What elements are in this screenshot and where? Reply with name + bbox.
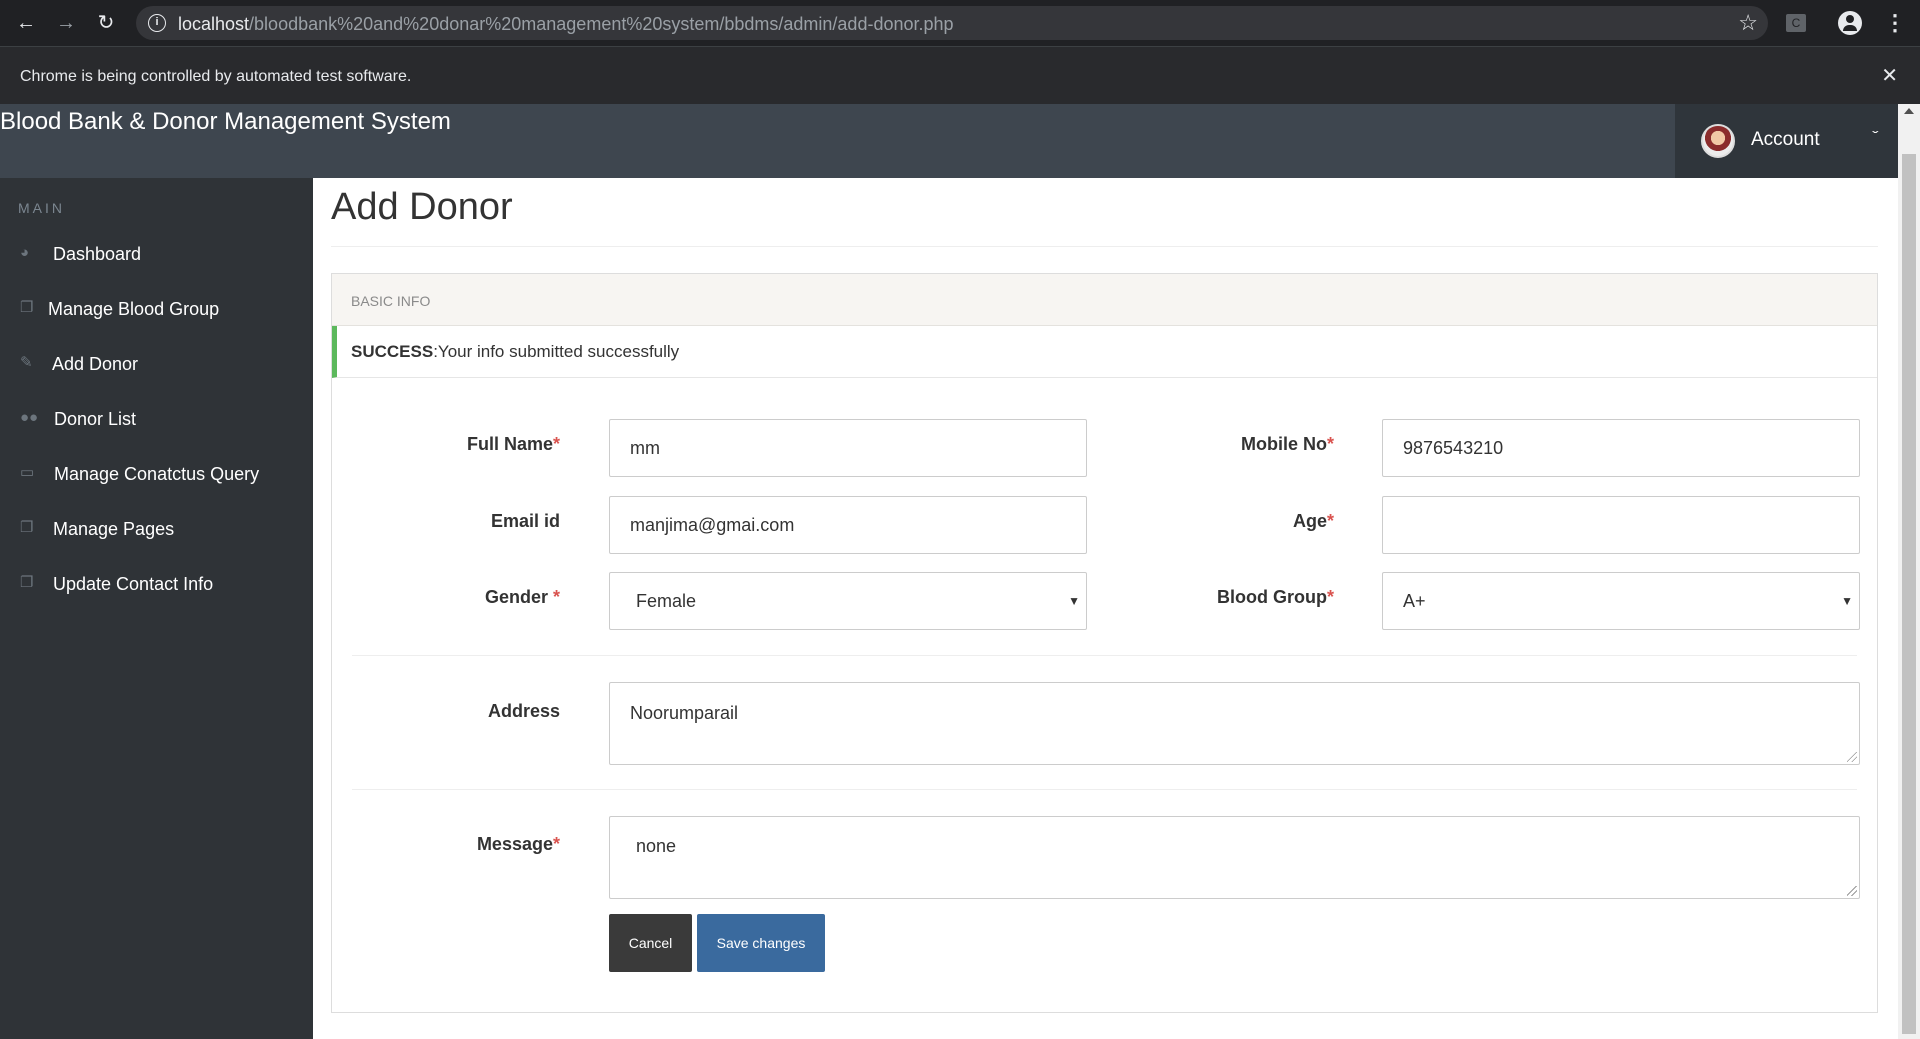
copy-icon: ❐ [20, 574, 34, 591]
desktop-icon: ▭ [20, 464, 35, 481]
forward-arrow-icon[interactable]: → [54, 11, 78, 35]
mobile-no-label: Mobile No* [1240, 434, 1334, 454]
site-info-icon[interactable]: i [148, 14, 166, 32]
success-alert: SUCCESS:Your info submitted successfully [332, 326, 1877, 378]
close-icon[interactable]: ✕ [1881, 63, 1898, 88]
email-id-value: manjima@gmai.com [630, 515, 795, 535]
caret-down-icon: ▼ [1068, 594, 1080, 608]
sidebar-item-label: Manage Blood Group [48, 299, 220, 319]
sidebar-item-manage-contactus-query[interactable]: ▭ Manage Conatctus Query [0, 454, 313, 498]
age-label: Age* [1292, 511, 1334, 531]
url-path: /bloodbank%20and%20donar%20management%20… [249, 14, 954, 34]
gender-select[interactable]: Female ▼ [609, 572, 1087, 630]
account-label: Account [1751, 129, 1820, 150]
sidebar-item-add-donor[interactable]: ✎ Add Donor [0, 344, 313, 388]
message-value: none [636, 836, 677, 856]
full-name-input[interactable]: mm [609, 419, 1087, 477]
back-arrow-icon[interactable]: ← [14, 11, 38, 35]
bookmark-star-icon[interactable]: ☆ [1738, 10, 1758, 36]
profile-icon[interactable] [1838, 11, 1862, 35]
blood-group-value: A+ [1403, 591, 1426, 611]
address-value: Noorumparail [630, 703, 739, 723]
mobile-no-value: 9876543210 [1403, 438, 1504, 458]
users-icon: ●● [20, 409, 39, 426]
message-label: Message* [476, 834, 560, 854]
email-id-label: Email id [490, 511, 560, 531]
reload-icon[interactable]: ↻ [94, 11, 118, 35]
resize-handle-icon[interactable] [1847, 752, 1857, 762]
cancel-button[interactable]: Cancel [609, 914, 692, 972]
page-scrollbar[interactable] [1898, 104, 1920, 1039]
dashboard-icon: ◕ [20, 244, 30, 261]
mobile-no-input[interactable]: 9876543210 [1382, 419, 1860, 477]
caret-down-icon: ▼ [1841, 594, 1853, 608]
copy-icon: ❐ [20, 299, 34, 316]
gender-label: Gender * [484, 587, 560, 607]
kebab-menu-icon[interactable]: ⋮ [1884, 9, 1906, 37]
address-bar[interactable]: i localhost/bloodbank%20and%20donar%20ma… [136, 6, 1768, 40]
form-divider [352, 789, 1857, 790]
sidebar-item-update-contact-info[interactable]: ❐ Update Contact Info [0, 564, 313, 608]
panel-heading-text: BASIC INFO [351, 293, 431, 309]
full-name-label: Full Name* [466, 434, 560, 454]
sidebar-item-label: Manage Conatctus Query [54, 464, 260, 484]
sidebar-item-label: Dashboard [53, 244, 142, 264]
sidebar-item-label: Update Contact Info [53, 574, 214, 594]
resize-handle-icon[interactable] [1847, 886, 1857, 896]
alert-message: SUCCESS:Your info submitted successfully [351, 342, 679, 362]
sidebar-item-dashboard[interactable]: ◕ Dashboard [0, 234, 313, 278]
age-input[interactable] [1382, 496, 1860, 554]
basic-info-panel: BASIC INFO SUCCESS:Your info submitted s… [331, 273, 1878, 1013]
chevron-down-icon: ˇ [1872, 128, 1879, 144]
sidebar-item-label: Add Donor [52, 354, 139, 374]
alert-text: :Your info submitted successfully [433, 342, 680, 361]
automation-infobar: Chrome is being controlled by automated … [0, 46, 1920, 104]
full-name-value: mm [630, 438, 660, 458]
app-header: Blood Bank & Donor Management System Acc… [0, 104, 1898, 178]
edit-icon: ✎ [20, 354, 33, 371]
blood-group-select[interactable]: A+ ▼ [1382, 572, 1860, 630]
alert-strong: SUCCESS [351, 342, 434, 361]
form-divider [352, 655, 1857, 656]
automation-notice: Chrome is being controlled by automated … [20, 68, 412, 85]
copy-icon: ❐ [20, 519, 34, 536]
title-divider [331, 246, 1878, 247]
sidebar-item-manage-blood-group[interactable]: ❐ Manage Blood Group [0, 289, 313, 333]
gender-value: Female [636, 591, 697, 611]
page-title: Add Donor [331, 186, 513, 228]
sidebar-item-label: Donor List [54, 409, 137, 429]
main-content: Add Donor BASIC INFO SUCCESS:Your info s… [313, 178, 1898, 1039]
brand-title[interactable]: Blood Bank & Donor Management System [0, 108, 451, 136]
panel-heading: BASIC INFO [332, 274, 1877, 326]
sidebar-item-donor-list[interactable]: ●● Donor List [0, 399, 313, 443]
sidebar-heading: MAIN [18, 200, 65, 216]
address-label: Address [487, 701, 560, 721]
email-id-input[interactable]: manjima@gmai.com [609, 496, 1087, 554]
address-textarea[interactable]: Noorumparail [609, 682, 1860, 765]
account-menu[interactable]: Account ˇ [1675, 104, 1898, 178]
extension-icon[interactable]: C [1786, 14, 1806, 32]
scroll-up-arrow-icon[interactable] [1904, 108, 1914, 114]
message-textarea[interactable]: none [609, 816, 1860, 899]
sidebar: MAIN ◕ Dashboard ❐ Manage Blood Group ✎ … [0, 178, 313, 1039]
browser-toolbar: ← → ↻ i localhost/bloodbank%20and%20dona… [0, 0, 1920, 46]
scrollbar-thumb[interactable] [1902, 154, 1916, 1034]
url-text[interactable]: localhost/bloodbank%20and%20donar%20mana… [178, 14, 954, 35]
save-changes-button[interactable]: Save changes [697, 914, 825, 972]
sidebar-item-manage-pages[interactable]: ❐ Manage Pages [0, 509, 313, 553]
sidebar-item-label: Manage Pages [53, 519, 175, 539]
avatar [1701, 124, 1735, 158]
blood-group-label: Blood Group* [1217, 587, 1334, 607]
url-host: localhost [178, 14, 250, 34]
